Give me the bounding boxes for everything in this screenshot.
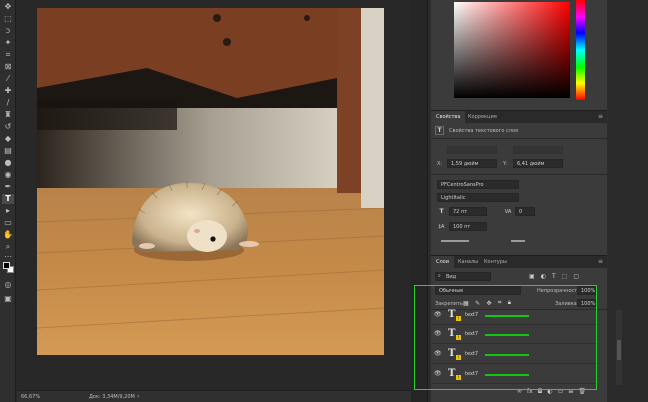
highlight-frame xyxy=(414,285,597,390)
y-label: Y: xyxy=(503,161,508,167)
x-position-field[interactable]: 1,59 дюйм xyxy=(447,159,497,168)
crop-tool-icon[interactable]: ⌗ xyxy=(2,50,14,60)
rectangle-tool-icon[interactable]: ▭ xyxy=(2,218,14,228)
healing-brush-tool-icon[interactable]: ✚ xyxy=(2,86,14,96)
tracking-field[interactable]: 0 xyxy=(515,207,535,216)
dodge-tool-icon[interactable]: ◉ xyxy=(2,170,14,180)
color-picker-field[interactable] xyxy=(454,2,570,98)
hand-tool-icon[interactable]: ✋ xyxy=(2,230,14,240)
clone-stamp-tool-icon[interactable]: ♜ xyxy=(2,110,14,120)
type-tool-icon[interactable]: T xyxy=(2,194,14,204)
layer-filter-icons[interactable]: ▣ ◐ T ⬚ ▢ xyxy=(529,272,579,281)
lasso-tool-icon[interactable]: ↄ xyxy=(2,26,14,36)
text-layer-icon: T xyxy=(435,126,444,135)
quick-mask-icon[interactable]: ◎ xyxy=(2,280,14,290)
right-dock-strip xyxy=(608,0,648,402)
zoom-tool-icon[interactable]: ⌕ xyxy=(2,242,14,252)
blur-tool-icon[interactable]: ● xyxy=(2,158,14,168)
x-label: X: xyxy=(437,161,443,167)
leading-icon: ‡A xyxy=(438,223,445,230)
photo-illustration xyxy=(37,8,384,355)
panel-menu-icon[interactable]: ≡ xyxy=(598,113,603,120)
paragraph-indicator-2 xyxy=(511,240,525,242)
layers-tabs: Слои Каналы Контуры ≡ xyxy=(431,255,607,268)
font-family-select[interactable]: PFCentroSansPro xyxy=(437,180,519,189)
layer-filter-select[interactable]: ⌕ Вид xyxy=(435,272,491,281)
smart-object-filter-icon[interactable]: ▢ xyxy=(573,273,579,280)
tab-adjustments[interactable]: Коррекция xyxy=(463,111,502,123)
paragraph-indicator xyxy=(441,240,469,242)
status-menu-arrow-icon[interactable]: › xyxy=(137,393,139,400)
layers-scrollbar[interactable] xyxy=(616,310,622,385)
magic-wand-tool-icon[interactable]: ✦ xyxy=(2,38,14,48)
zoom-level[interactable]: 66,67% xyxy=(21,394,40,400)
layer-filter-value: Вид xyxy=(446,274,457,280)
eyedropper-tool-icon[interactable]: ⁄ xyxy=(2,74,14,84)
leading-field[interactable]: 100 пт xyxy=(449,222,487,231)
brush-tool-icon[interactable]: / xyxy=(2,98,14,108)
pen-tool-icon[interactable]: ✒ xyxy=(2,182,14,192)
gradient-tool-icon[interactable]: ▤ xyxy=(2,146,14,156)
height-field-disabled xyxy=(513,146,563,154)
document-canvas[interactable] xyxy=(17,0,411,390)
tab-properties[interactable]: Свойства xyxy=(431,111,466,123)
hue-slider[interactable] xyxy=(576,0,585,100)
adjustment-filter-icon[interactable]: ◐ xyxy=(541,273,546,280)
pixel-filter-icon[interactable]: ▣ xyxy=(529,273,535,280)
status-bar: 66,67% Док: 3,34M/9,20M › xyxy=(17,390,411,402)
type-filter-icon[interactable]: T xyxy=(552,273,556,280)
font-style-select[interactable]: LightItalic xyxy=(437,193,519,202)
document-size: Док: 3,34M/9,20M xyxy=(89,394,135,400)
y-position-field[interactable]: 6,41 дюйм xyxy=(513,159,563,168)
path-selection-tool-icon[interactable]: ▸ xyxy=(2,206,14,216)
frame-tool-icon[interactable]: ⊠ xyxy=(2,62,14,72)
shape-filter-icon[interactable]: ⬚ xyxy=(562,273,568,280)
layers-panel-menu-icon[interactable]: ≡ xyxy=(598,258,603,265)
filter-search-icon: ⌕ xyxy=(438,273,441,279)
history-brush-tool-icon[interactable]: ↺ xyxy=(2,122,14,132)
screen-mode-icon[interactable]: ▣ xyxy=(2,294,14,304)
width-field-disabled xyxy=(447,146,497,154)
tab-paths[interactable]: Контуры xyxy=(479,256,512,268)
move-tool-icon[interactable]: ✥ xyxy=(2,2,14,12)
marquee-tool-icon[interactable]: ⬚ xyxy=(2,14,14,24)
tools-panel: ✥ ⬚ ↄ ✦ ⌗ ⊠ ⁄ ✚ / ♜ ↺ ◆ ▤ ● ◉ ✒ T ▸ ▭ ✋ … xyxy=(0,0,16,402)
font-size-icon: T xyxy=(439,208,444,215)
font-size-field[interactable]: 72 пт xyxy=(449,207,487,216)
more-tools-icon[interactable]: ⋯ xyxy=(2,252,14,262)
tracking-icon: VA xyxy=(504,208,512,215)
properties-tabs: Свойства Коррекция ≡ xyxy=(431,110,607,123)
tab-layers[interactable]: Слои xyxy=(431,256,454,268)
foreground-color-swatch[interactable] xyxy=(3,262,10,269)
properties-header: Свойства текстового слоя xyxy=(449,128,519,134)
eraser-tool-icon[interactable]: ◆ xyxy=(2,134,14,144)
hedgehog-photo xyxy=(37,8,384,355)
